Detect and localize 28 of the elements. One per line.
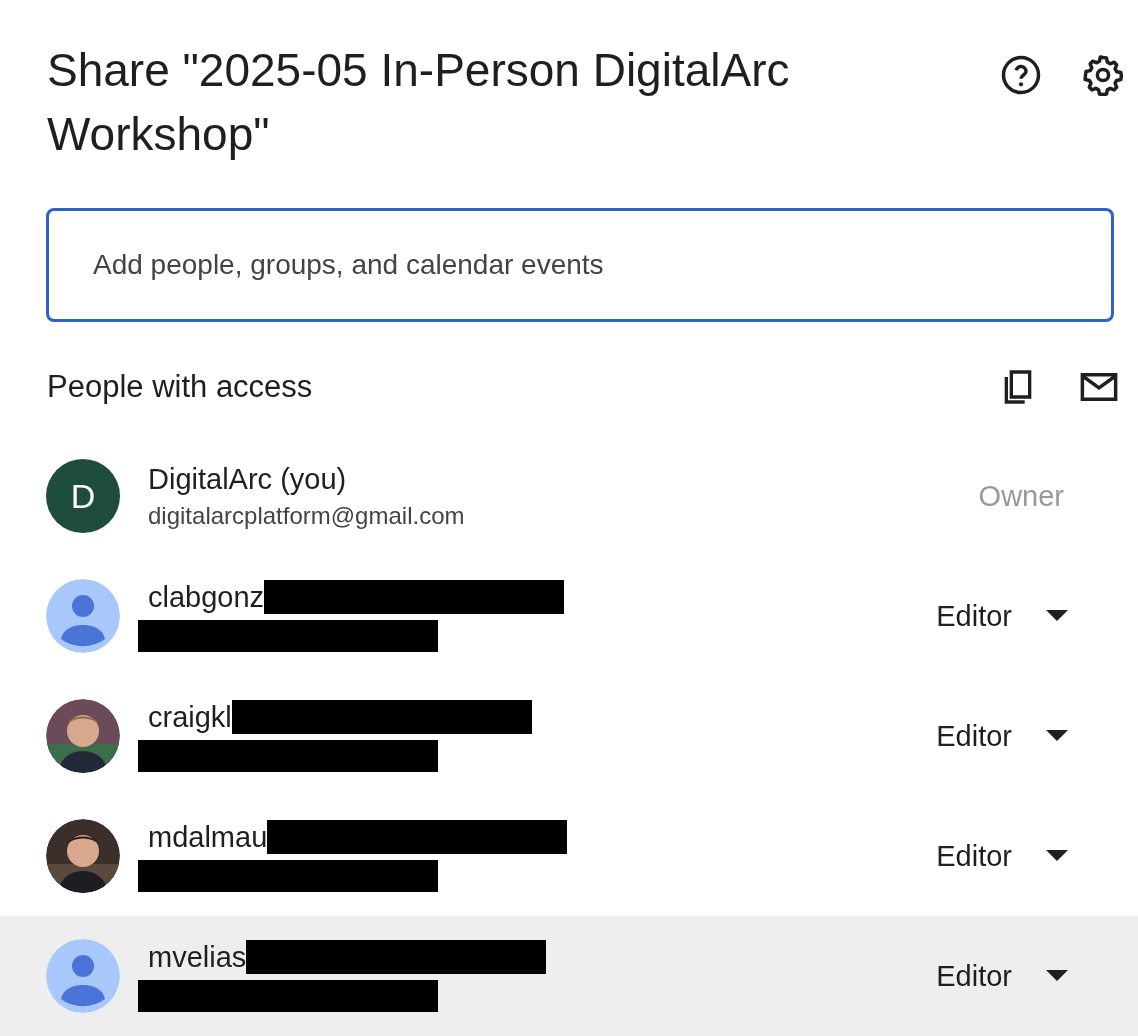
person-row[interactable]: mdalmau Editor — [0, 796, 1138, 916]
caret-icon — [1046, 610, 1068, 622]
person-name: clabgonz — [148, 580, 265, 614]
person-row[interactable]: craigkl Editor — [0, 676, 1138, 796]
caret-icon — [1046, 730, 1068, 742]
section-title: People with access — [47, 369, 313, 405]
avatar: D — [46, 459, 120, 533]
role-label: Owner — [978, 479, 1064, 513]
caret-icon — [1046, 970, 1068, 982]
help-icon[interactable] — [1000, 54, 1042, 96]
person-row[interactable]: D DigitalArc (you) digitalarcplatform@gmail.com Owner — [0, 436, 1138, 556]
role-dropdown[interactable]: Editor — [936, 831, 1068, 881]
person-row[interactable]: mvelias Editor — [0, 916, 1138, 1036]
person-email: digitalarcplatform@gmail.com — [148, 501, 465, 530]
person-name: mvelias — [148, 940, 247, 974]
avatar-person-icon — [46, 579, 120, 653]
person-name: DigitalArc (you) — [148, 462, 347, 496]
person-name: craigkl — [148, 700, 232, 734]
settings-icon[interactable] — [1082, 54, 1124, 96]
person-row[interactable]: clabgonz Editor — [0, 556, 1138, 676]
dialog-title: Share "2025-05 In-Person DigitalArc Workshop" — [47, 43, 791, 162]
role-dropdown[interactable]: Editor — [936, 711, 1068, 761]
person-name: mdalmau — [148, 820, 268, 854]
add-people-field[interactable]: Add people, groups, and calendar events — [46, 208, 1114, 322]
role-dropdown[interactable]: Editor — [936, 591, 1068, 641]
caret-icon — [1046, 850, 1068, 862]
avatar-person-icon — [46, 939, 120, 1013]
role-dropdown[interactable]: Editor — [936, 951, 1068, 1001]
